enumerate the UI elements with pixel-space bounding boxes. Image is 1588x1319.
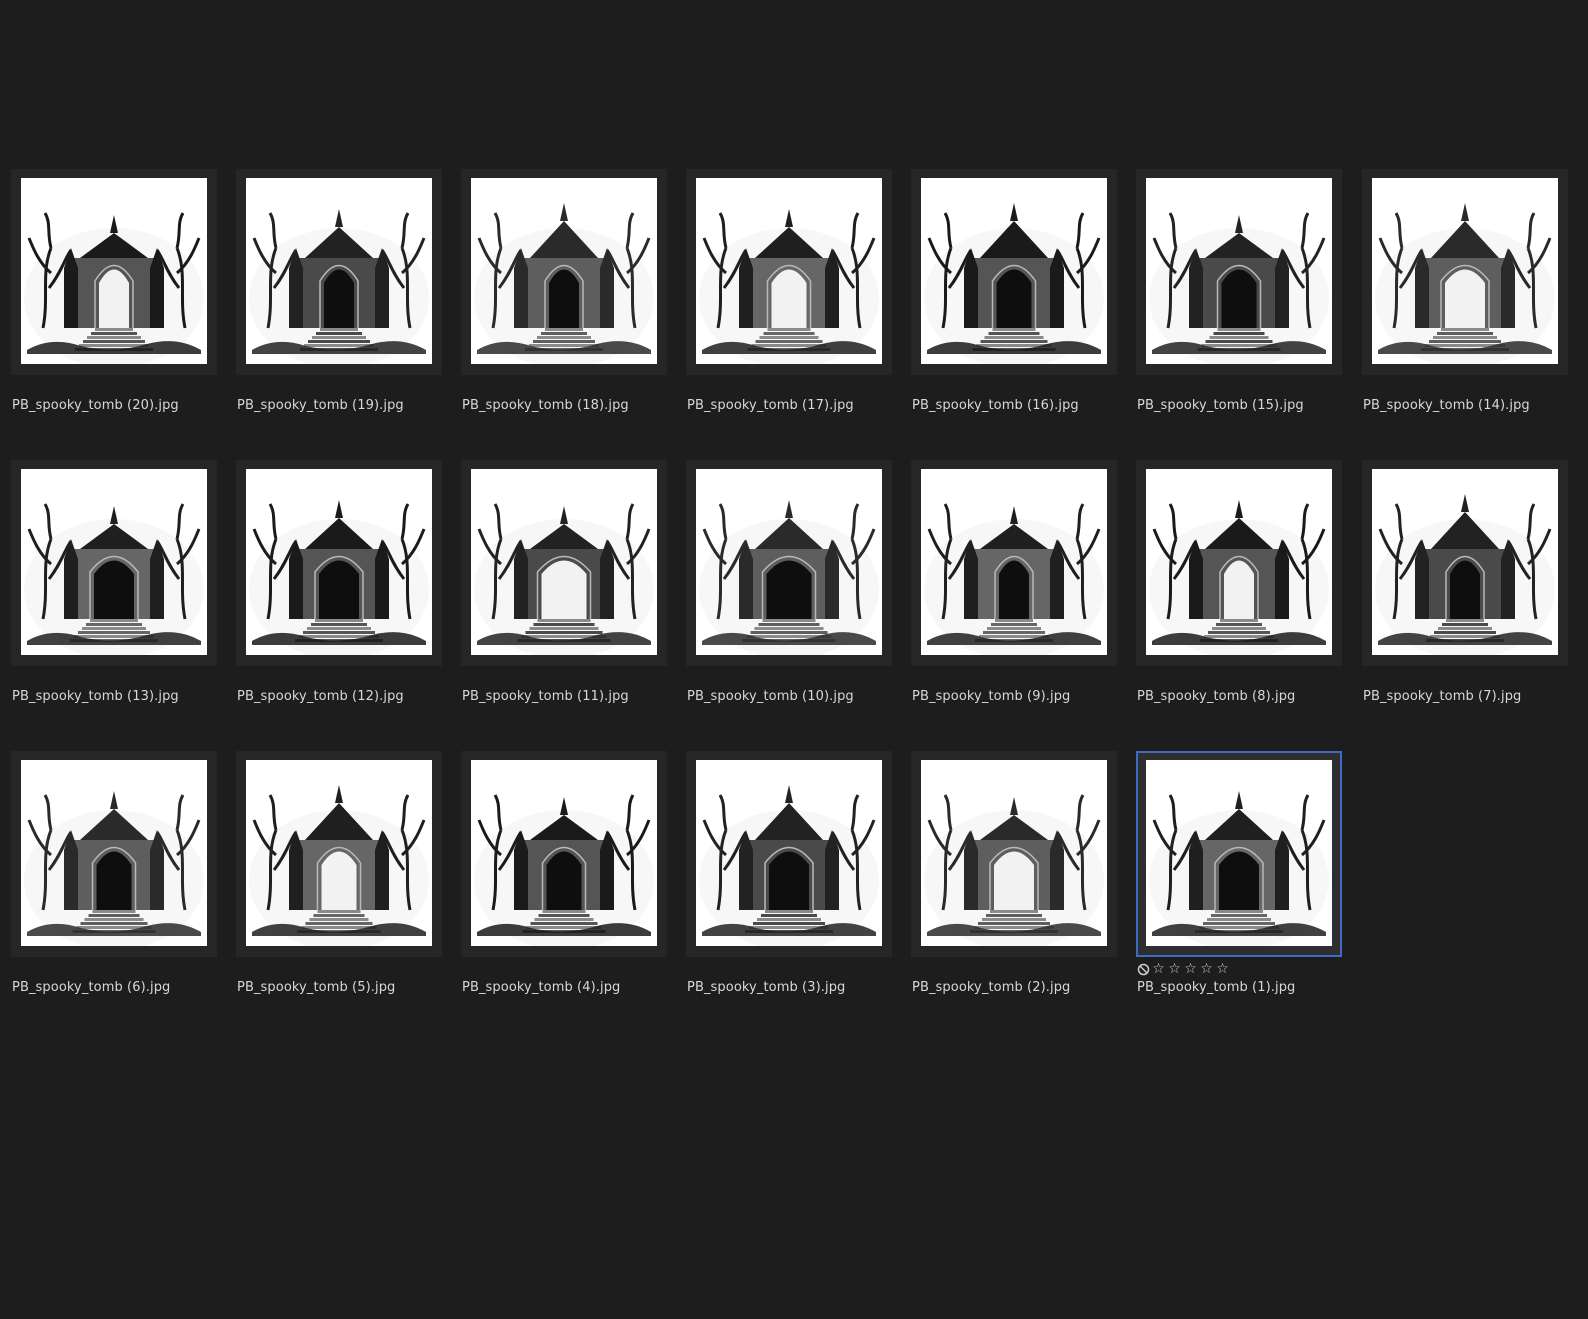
thumbnail-item[interactable]: PB_spooky_tomb (11).jpg: [450, 460, 674, 720]
thumbnail-filename: PB_spooky_tomb (9).jpg: [912, 689, 1071, 704]
thumbnail-frame[interactable]: [11, 169, 217, 375]
thumbnail-image[interactable]: [471, 178, 657, 364]
thumbnail-frame[interactable]: [236, 460, 442, 666]
thumbnail-image[interactable]: [921, 178, 1107, 364]
thumbnail-item[interactable]: PB_spooky_tomb (15).jpg: [1125, 169, 1349, 429]
thumbnail-item[interactable]: PB_spooky_tomb (19).jpg: [225, 169, 449, 429]
thumbnail-image[interactable]: [1372, 469, 1558, 655]
thumbnail-image[interactable]: [696, 178, 882, 364]
thumbnail-image[interactable]: [1146, 178, 1332, 364]
thumbnail-filename: PB_spooky_tomb (4).jpg: [462, 980, 621, 995]
thumbnail-frame[interactable]: [911, 460, 1117, 666]
thumbnail-frame[interactable]: [911, 169, 1117, 375]
thumbnail-item[interactable]: PB_spooky_tomb (6).jpg: [0, 751, 224, 1011]
thumbnail-frame[interactable]: [1362, 460, 1568, 666]
thumbnail-frame[interactable]: [11, 751, 217, 957]
thumbnail-filename: PB_spooky_tomb (13).jpg: [12, 689, 179, 704]
thumbnail-filename: PB_spooky_tomb (17).jpg: [687, 398, 854, 413]
star-icon[interactable]: ☆: [1183, 962, 1198, 976]
thumbnail-frame[interactable]: [461, 460, 667, 666]
thumbnail-image[interactable]: [921, 469, 1107, 655]
thumbnail-image[interactable]: [21, 469, 207, 655]
thumbnail-image[interactable]: [246, 760, 432, 946]
thumbnail-item[interactable]: PB_spooky_tomb (4).jpg: [450, 751, 674, 1011]
thumbnail-image[interactable]: [246, 469, 432, 655]
thumbnail-frame[interactable]: [236, 169, 442, 375]
thumbnail-image[interactable]: [1146, 469, 1332, 655]
thumbnail-item[interactable]: PB_spooky_tomb (2).jpg: [900, 751, 1124, 1011]
thumbnail-frame[interactable]: [686, 460, 892, 666]
thumbnail-image[interactable]: [1146, 760, 1332, 946]
thumbnail-frame[interactable]: [911, 751, 1117, 957]
thumbnail-item[interactable]: ☆ ☆ ☆ ☆ ☆ PB_spooky_tomb (1).jpg: [1125, 751, 1349, 1011]
thumbnail-image[interactable]: [696, 760, 882, 946]
thumbnail-filename: PB_spooky_tomb (11).jpg: [462, 689, 629, 704]
thumbnail-item[interactable]: PB_spooky_tomb (5).jpg: [225, 751, 449, 1011]
thumbnail-filename: PB_spooky_tomb (14).jpg: [1363, 398, 1530, 413]
thumbnail-frame[interactable]: [1136, 169, 1342, 375]
star-icon[interactable]: ☆: [1167, 962, 1182, 976]
thumbnail-filename: PB_spooky_tomb (18).jpg: [462, 398, 629, 413]
thumbnail-item[interactable]: PB_spooky_tomb (10).jpg: [675, 460, 899, 720]
star-icon[interactable]: ☆: [1199, 962, 1214, 976]
thumbnail-image[interactable]: [1372, 178, 1558, 364]
thumbnail-frame[interactable]: [686, 751, 892, 957]
thumbnail-item[interactable]: PB_spooky_tomb (9).jpg: [900, 460, 1124, 720]
thumbnail-filename: PB_spooky_tomb (12).jpg: [237, 689, 404, 704]
thumbnail-image[interactable]: [471, 469, 657, 655]
thumbnail-filename: PB_spooky_tomb (10).jpg: [687, 689, 854, 704]
thumbnail-filename: PB_spooky_tomb (15).jpg: [1137, 398, 1304, 413]
thumbnail-filename: PB_spooky_tomb (1).jpg: [1137, 980, 1296, 995]
thumbnail-item[interactable]: PB_spooky_tomb (8).jpg: [1125, 460, 1349, 720]
thumbnail-item[interactable]: PB_spooky_tomb (18).jpg: [450, 169, 674, 429]
thumbnail-frame[interactable]: [236, 751, 442, 957]
thumbnail-frame[interactable]: [11, 460, 217, 666]
thumbnail-frame[interactable]: [1136, 751, 1342, 957]
thumbnail-image[interactable]: [471, 760, 657, 946]
reject-icon[interactable]: [1137, 963, 1150, 976]
star-rating[interactable]: ☆ ☆ ☆ ☆ ☆: [1137, 961, 1230, 977]
thumbnail-filename: PB_spooky_tomb (3).jpg: [687, 980, 846, 995]
thumbnail-frame[interactable]: [461, 169, 667, 375]
thumbnail-frame[interactable]: [461, 751, 667, 957]
thumbnail-filename: PB_spooky_tomb (20).jpg: [12, 398, 179, 413]
thumbnail-item[interactable]: PB_spooky_tomb (14).jpg: [1351, 169, 1575, 429]
thumbnail-filename: PB_spooky_tomb (7).jpg: [1363, 689, 1522, 704]
thumbnail-grid: PB_spooky_tomb (20).jpg PB_spooky_tomb (…: [0, 0, 1588, 1319]
thumbnail-item[interactable]: PB_spooky_tomb (13).jpg: [0, 460, 224, 720]
star-icon[interactable]: ☆: [1215, 962, 1230, 976]
thumbnail-filename: PB_spooky_tomb (2).jpg: [912, 980, 1071, 995]
thumbnail-filename: PB_spooky_tomb (6).jpg: [12, 980, 171, 995]
thumbnail-image[interactable]: [21, 178, 207, 364]
thumbnail-filename: PB_spooky_tomb (5).jpg: [237, 980, 396, 995]
thumbnail-item[interactable]: PB_spooky_tomb (16).jpg: [900, 169, 1124, 429]
thumbnail-image[interactable]: [246, 178, 432, 364]
thumbnail-item[interactable]: PB_spooky_tomb (12).jpg: [225, 460, 449, 720]
thumbnail-item[interactable]: PB_spooky_tomb (20).jpg: [0, 169, 224, 429]
thumbnail-item[interactable]: PB_spooky_tomb (3).jpg: [675, 751, 899, 1011]
thumbnail-frame[interactable]: [1136, 460, 1342, 666]
thumbnail-frame[interactable]: [1362, 169, 1568, 375]
thumbnail-image[interactable]: [21, 760, 207, 946]
thumbnail-item[interactable]: PB_spooky_tomb (17).jpg: [675, 169, 899, 429]
thumbnail-filename: PB_spooky_tomb (16).jpg: [912, 398, 1079, 413]
thumbnail-image[interactable]: [696, 469, 882, 655]
thumbnail-filename: PB_spooky_tomb (19).jpg: [237, 398, 404, 413]
thumbnail-frame[interactable]: [686, 169, 892, 375]
thumbnail-image[interactable]: [921, 760, 1107, 946]
star-icon[interactable]: ☆: [1151, 962, 1166, 976]
thumbnail-item[interactable]: PB_spooky_tomb (7).jpg: [1351, 460, 1575, 720]
thumbnail-filename: PB_spooky_tomb (8).jpg: [1137, 689, 1296, 704]
